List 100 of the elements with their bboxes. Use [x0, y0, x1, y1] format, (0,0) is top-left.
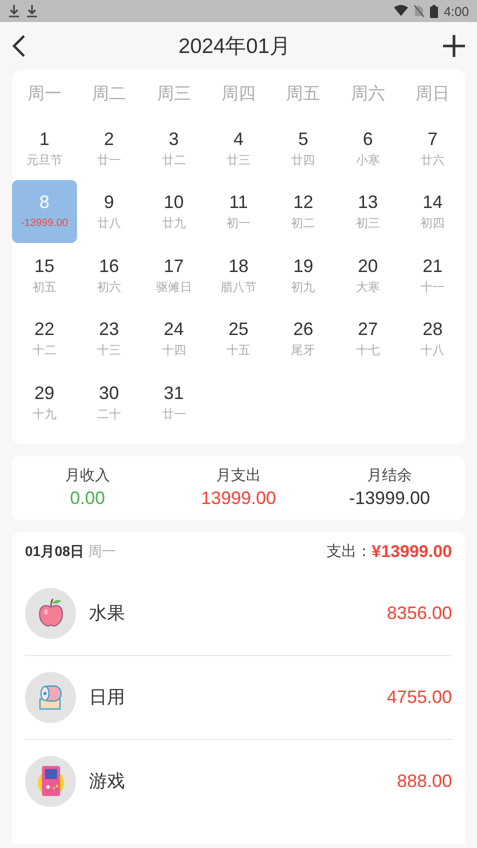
category-name: 水果 — [89, 602, 126, 625]
weekday-label: 周五 — [285, 82, 322, 104]
calendar-day[interactable]: 23 十三 — [76, 306, 142, 370]
calendar-day[interactable]: 27 十七 — [336, 306, 400, 370]
weekday-label: 周一 — [26, 82, 62, 104]
summary-label: 月支出 — [216, 466, 261, 485]
day-number: 21 — [422, 254, 443, 277]
calendar-day[interactable]: 28 十八 — [400, 306, 465, 370]
lunar-date: 十四 — [162, 342, 186, 358]
apple-icon — [25, 588, 76, 638]
calendar-day[interactable]: 30 二十 — [76, 370, 142, 434]
lunar-date: 小寒 — [356, 152, 380, 168]
calendar-day[interactable]: 21 十一 — [400, 243, 465, 306]
lunar-date: 二十 — [97, 406, 122, 422]
category-amount: 888.00 — [396, 770, 452, 792]
day-number: 4 — [233, 128, 244, 150]
day-number: 29 — [34, 382, 54, 404]
calendar-day[interactable]: 5 廿四 — [270, 116, 336, 180]
day-number: 8 — [39, 191, 50, 214]
day-number: 11 — [229, 191, 248, 214]
calendar-day[interactable]: 29 十九 — [12, 370, 77, 434]
day-number: 6 — [362, 128, 373, 150]
lunar-date: 廿一 — [97, 152, 122, 168]
calendar-day[interactable]: 6 小寒 — [336, 116, 400, 180]
calendar-day[interactable]: 20 大寒 — [336, 243, 400, 306]
lunar-date: 十八 — [420, 342, 445, 358]
back-button[interactable] — [12, 35, 26, 57]
calendar-day[interactable]: 13 初三 — [336, 180, 400, 243]
day-number: 25 — [228, 318, 248, 340]
calendar-day[interactable]: 10 廿九 — [141, 180, 206, 243]
calendar-day[interactable]: 9 廿八 — [76, 180, 142, 243]
day-number: 1 — [39, 128, 50, 150]
month-title: 2024年01月 — [178, 34, 291, 60]
lunar-date: 驱傩日 — [156, 278, 192, 295]
category-amount: 8356.00 — [386, 602, 452, 624]
toilet-paper-icon — [25, 672, 76, 722]
game-console-icon — [25, 756, 76, 806]
clock-time: 4:00 — [444, 4, 469, 18]
day-number: 14 — [422, 191, 443, 214]
calendar-day[interactable]: 25 十五 — [206, 306, 271, 370]
calendar-day[interactable]: 7 廿六 — [400, 116, 465, 180]
lunar-date: 初一 — [226, 215, 250, 232]
lunar-date: 初二 — [291, 215, 316, 232]
download-icon — [26, 4, 38, 18]
day-number: 31 — [164, 382, 184, 404]
day-number: 30 — [99, 382, 120, 404]
weekday-label: 周三 — [156, 82, 192, 104]
no-sim-icon — [414, 5, 424, 17]
lunar-date: 初三 — [356, 215, 380, 232]
calendar-day[interactable]: 16 初六 — [76, 243, 142, 306]
lunar-date: 初四 — [420, 215, 445, 232]
lunar-date: 大寒 — [356, 278, 380, 295]
wifi-icon — [394, 5, 408, 17]
lunar-date: 十九 — [32, 406, 56, 422]
day-number: 7 — [428, 128, 438, 150]
weekday-label: 周六 — [350, 82, 386, 104]
day-number: 2 — [104, 128, 114, 150]
calendar-day[interactable]: 19 初九 — [270, 243, 336, 306]
day-amount: -13999.00 — [20, 216, 68, 232]
calendar-day[interactable]: 24 十四 — [141, 306, 206, 370]
lunar-date: 廿八 — [97, 215, 122, 232]
calendar-day[interactable]: 22 十二 — [12, 306, 77, 370]
weekday-label: 周日 — [414, 82, 451, 104]
lunar-date: 初九 — [291, 278, 316, 295]
calendar-day[interactable]: 31 廿一 — [141, 370, 206, 434]
calendar-day[interactable]: 2 廿一 — [76, 116, 142, 180]
day-number: 20 — [358, 254, 378, 277]
download-icon — [8, 4, 20, 18]
calendar-day[interactable]: 11 初一 — [206, 180, 271, 243]
lunar-date: 廿六 — [420, 152, 445, 168]
calendar-day[interactable]: 3 廿二 — [141, 116, 206, 180]
lunar-date: 廿四 — [291, 152, 316, 168]
battery-icon — [430, 4, 438, 18]
calendar-day[interactable]: 12 初二 — [270, 180, 336, 243]
summary-value: -13999.00 — [348, 488, 430, 509]
lunar-date: 十一 — [420, 278, 445, 295]
day-number: 5 — [298, 128, 308, 150]
day-number: 15 — [34, 254, 54, 277]
summary-value: 0.00 — [70, 488, 106, 509]
day-number: 3 — [168, 128, 179, 150]
calendar-day[interactable]: 18 腊八节 — [206, 243, 271, 306]
summary-label: 月结余 — [367, 466, 412, 485]
calendar-day[interactable]: 14 初四 — [400, 180, 465, 243]
detail-date: 01月08日 — [25, 542, 84, 560]
calendar-day[interactable]: 17 驱傩日 — [141, 243, 206, 306]
summary-value: 13999.00 — [200, 488, 276, 509]
day-number: 27 — [358, 318, 378, 340]
lunar-date: 十三 — [97, 342, 122, 358]
add-button[interactable] — [442, 35, 465, 57]
day-number: 10 — [164, 191, 184, 214]
day-number: 16 — [99, 254, 120, 277]
day-number: 18 — [228, 254, 248, 277]
weekday-label: 周四 — [220, 82, 256, 104]
expense-total-label: 支出： — [326, 542, 372, 561]
calendar-day[interactable]: 1 元旦节 — [12, 116, 77, 180]
calendar-day[interactable]: 15 初五 — [12, 243, 77, 306]
calendar-day[interactable]: 4 廿三 — [206, 116, 271, 180]
day-number: 19 — [293, 254, 314, 277]
calendar-day[interactable]: 26 尾牙 — [270, 306, 336, 370]
lunar-date: 廿一 — [162, 406, 186, 422]
